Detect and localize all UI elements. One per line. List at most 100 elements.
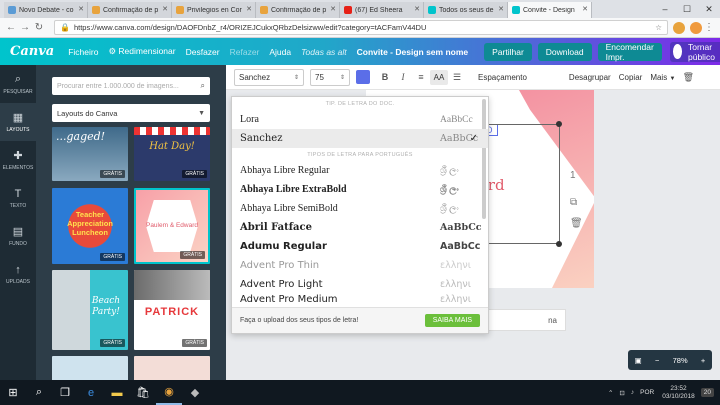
trash-icon[interactable]: 🗑 [679, 72, 697, 83]
font-option[interactable]: Abhaya Libre ExtraBold ශ්‍රී ලං [232, 180, 488, 199]
browser-tab[interactable]: (67) Ed Sheera ✕ [340, 2, 424, 18]
layout-thumbnail[interactable] [134, 356, 210, 380]
notification-badge[interactable]: 20 [700, 388, 714, 397]
redo-button[interactable]: Refazer [230, 47, 260, 57]
browser-menu-icon[interactable]: ⋮ [702, 22, 716, 33]
network-icon[interactable]: ⊡ [619, 389, 624, 397]
tray-up-icon[interactable]: ⌃ [608, 389, 613, 397]
rail-uploads[interactable]: ↑ UPLOADS [0, 255, 36, 293]
selection-handle[interactable] [556, 241, 562, 247]
browser-tab[interactable]: Novo Debate - co ✕ [4, 2, 88, 18]
order-print-button[interactable]: Encomendar Impr. [597, 42, 662, 62]
ungroup-button[interactable]: Desagrupar [569, 73, 611, 82]
zoom-in-button[interactable]: + [701, 356, 705, 365]
layout-thumbnail[interactable]: Beach Party! GRÁTIS [52, 270, 128, 350]
extension-icon[interactable] [673, 21, 685, 34]
font-option[interactable]: Adumu Regular AaBbCc [232, 237, 488, 256]
font-option[interactable]: Abhaya Libre SemiBold ශ්‍රී ලං [232, 199, 488, 218]
bookmark-star-icon[interactable]: ☆ [655, 23, 662, 32]
layout-thumbnail[interactable]: ...gaged! GRÁTIS [52, 127, 128, 181]
close-window-icon[interactable]: ✕ [698, 0, 720, 18]
align-icon[interactable]: ≡ [412, 72, 430, 82]
rail-layouts[interactable]: ▦ LAYOUTS [0, 103, 36, 141]
present-icon[interactable]: ▣ [635, 356, 642, 365]
back-icon[interactable]: ← [4, 22, 18, 33]
file-menu[interactable]: Ficheiro [68, 47, 98, 57]
search-icon[interactable]: ⌕ [26, 380, 52, 405]
download-button[interactable]: Download [537, 42, 592, 61]
tab-close-icon[interactable]: ✕ [246, 5, 252, 13]
windows-start-icon[interactable]: ⊞ [0, 380, 26, 405]
spacing-button[interactable]: Espaçamento [478, 73, 527, 82]
app-icon[interactable]: ◆ [182, 380, 208, 405]
browser-tab-active[interactable]: Convite - Design ✕ [508, 2, 592, 18]
layout-thumbnail[interactable]: PATRICK GRÁTIS [134, 270, 210, 350]
make-public-button[interactable]: Tornar público [669, 41, 720, 62]
add-page-box[interactable]: na [476, 309, 566, 331]
tab-close-icon[interactable]: ✕ [330, 5, 336, 13]
tab-close-icon[interactable]: ✕ [414, 5, 420, 13]
share-button[interactable]: Partilhar [484, 42, 532, 61]
tab-close-icon[interactable]: ✕ [582, 5, 588, 13]
image-search-input[interactable]: Procurar entre 1.000.000 de imagens... ⌕ [52, 77, 210, 95]
browser-tab[interactable]: Todos os seus de ✕ [424, 2, 508, 18]
language-indicator[interactable]: POR [640, 389, 654, 396]
font-option[interactable]: Abril Fatface AaBbCc [232, 218, 488, 237]
task-view-icon[interactable]: ❐ [52, 380, 78, 405]
rail-elements[interactable]: ✚ ELEMENTOS [0, 141, 36, 179]
forward-icon[interactable]: → [18, 22, 32, 33]
volume-icon[interactable]: ♪ [631, 389, 634, 396]
zoom-value[interactable]: 78% [673, 356, 688, 365]
duplicate-page-icon[interactable]: ⧉ [570, 197, 583, 208]
design-title[interactable]: Convite - Design sem nome [357, 47, 468, 57]
rail-text[interactable]: T TEXTO [0, 179, 36, 217]
delete-page-icon[interactable]: 🗑 [570, 218, 583, 229]
chrome-icon[interactable]: ◉ [156, 380, 182, 405]
rail-search[interactable]: ⌕ PESQUISAR [0, 65, 36, 103]
undo-button[interactable]: Desfazer [186, 47, 220, 57]
font-size-select[interactable]: 75 ⇕ [310, 68, 350, 86]
file-explorer-icon[interactable]: ▬ [104, 380, 130, 405]
browser-tab[interactable]: Confirmação de p ✕ [88, 2, 172, 18]
search-icon[interactable]: ⌕ [201, 81, 205, 91]
more-button[interactable]: Mais ▼ [650, 73, 675, 82]
rail-background[interactable]: ▤ FUNDO [0, 217, 36, 255]
font-option-selected[interactable]: Sanchez AaBbCc ✓ [232, 129, 488, 148]
clock[interactable]: 23:52 03/10/2018 [662, 385, 695, 401]
font-option[interactable]: Advent Pro Light ελληνι [232, 275, 488, 294]
resize-menu[interactable]: ⚙ Redimensionar [108, 46, 175, 57]
tab-close-icon[interactable]: ✕ [162, 5, 168, 13]
edge-icon[interactable]: e [78, 380, 104, 405]
font-family-select[interactable]: Sanchez ⇕ [234, 68, 304, 86]
font-option[interactable]: Advent Pro Medium ελληνι [232, 294, 488, 306]
tab-close-icon[interactable]: ✕ [78, 5, 84, 13]
selection-handle[interactable] [556, 121, 562, 127]
learn-more-button[interactable]: SAIBA MAIS [424, 314, 480, 327]
italic-button[interactable]: I [394, 72, 412, 82]
font-option[interactable]: Abhaya Libre Regular ශ්‍රී ලං [232, 161, 488, 180]
layout-thumbnail[interactable] [52, 356, 128, 380]
tab-close-icon[interactable]: ✕ [498, 5, 504, 13]
list-icon[interactable]: ☰ [448, 72, 466, 83]
browser-tab[interactable]: Privilegios en Cor ✕ [172, 2, 256, 18]
uppercase-button[interactable]: AA [430, 69, 448, 85]
reload-icon[interactable]: ↻ [32, 22, 46, 33]
browser-tab[interactable]: Confirmação de p ✕ [256, 2, 340, 18]
canva-logo[interactable]: Canva [10, 44, 54, 59]
copy-button[interactable]: Copiar [619, 73, 643, 82]
store-icon[interactable]: 🛍 [130, 380, 156, 405]
layout-thumbnail[interactable]: Teacher Appreciation Luncheon GRÁTIS [52, 188, 128, 264]
zoom-out-button[interactable]: − [655, 356, 659, 365]
profile-icon[interactable] [690, 21, 702, 34]
layout-thumbnail[interactable]: Hat Day! GRÁTIS [134, 127, 210, 181]
layouts-dropdown[interactable]: Layouts do Canva ▼ [52, 104, 210, 122]
help-menu[interactable]: Ajuda [269, 47, 291, 57]
font-option[interactable]: Lora AaBbCc [232, 110, 488, 129]
maximize-icon[interactable]: ☐ [676, 0, 698, 18]
bold-button[interactable]: B [376, 72, 394, 82]
layout-thumbnail-selected[interactable]: Paulem & Edward GRÁTIS [134, 188, 210, 264]
text-color-swatch[interactable] [356, 70, 370, 84]
url-input[interactable]: 🔒 https://www.canva.com/design/DAOFDnbZ_… [54, 20, 668, 35]
font-option[interactable]: Advent Pro Thin ελληνι [232, 256, 488, 275]
minimize-icon[interactable]: – [654, 0, 676, 18]
